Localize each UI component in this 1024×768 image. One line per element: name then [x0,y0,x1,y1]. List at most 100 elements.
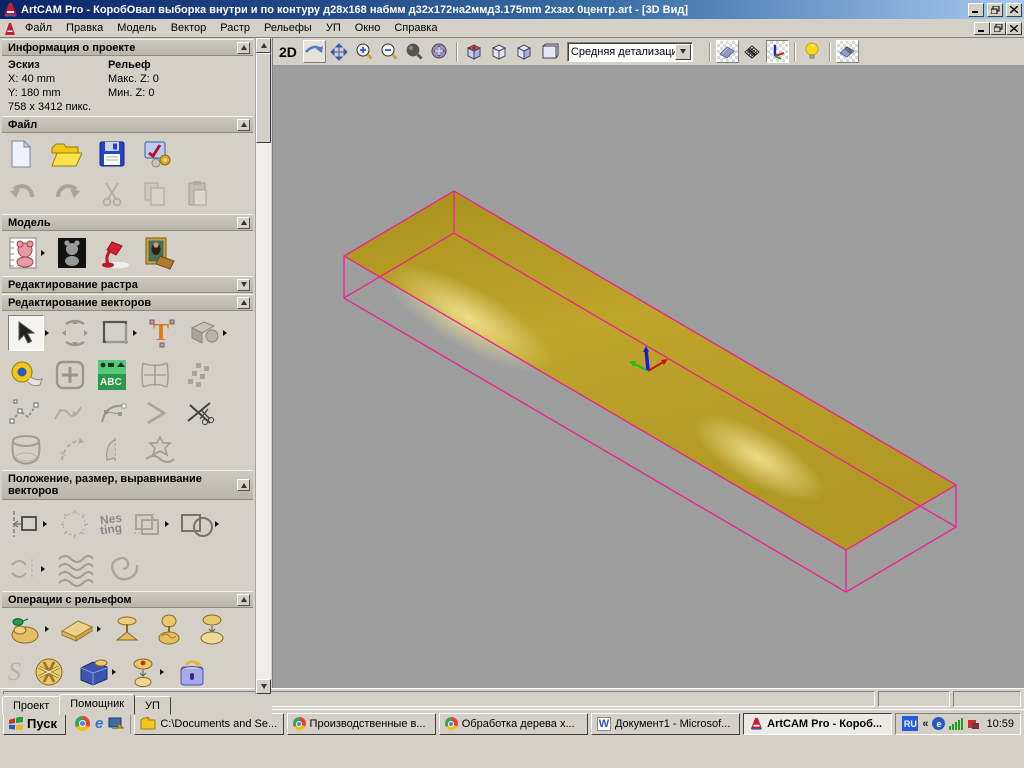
create-rectangle-tool[interactable] [100,318,132,348]
collapse-vector-edit-button[interactable] [237,297,250,309]
view-along-y-button[interactable] [513,40,536,63]
restore-button[interactable] [987,3,1003,17]
select-vectors-tool[interactable] [8,315,44,351]
block-copy-rotate-tool[interactable] [130,509,164,539]
child-close-button[interactable] [1006,22,1022,35]
3d-view-canvas[interactable] [273,66,1024,688]
relief-from-vectors-icon[interactable] [8,613,44,645]
copy-icon[interactable] [142,180,168,208]
collapse-position-button[interactable] [237,479,250,491]
tab-project[interactable]: Проект [2,696,60,715]
relief-weave-icon[interactable] [31,654,67,690]
create-text-tool[interactable]: T [146,316,180,350]
antivirus-tray-icon[interactable] [967,718,980,730]
msn-tray-icon[interactable]: e [932,717,945,730]
relief-from-vectors-flyout[interactable] [45,626,49,632]
isometric-view-button[interactable] [463,40,486,63]
invert-model-icon[interactable] [56,236,88,270]
set-model-size-icon[interactable] [8,236,40,270]
relief-copy-icon[interactable] [194,612,230,646]
snap-grid-tool[interactable] [54,359,86,391]
group-objects-tool[interactable] [182,359,214,391]
child-minimize-button[interactable] [974,22,990,35]
collapse-relief-ops-button[interactable] [237,594,250,606]
detail-level-select[interactable]: Средняя детализация [567,42,693,62]
show-desktop-icon[interactable] [108,717,124,730]
task-explorer[interactable]: C:\Documents and Se... [134,713,283,735]
texture-image-icon[interactable] [142,236,178,270]
task-chrome-2[interactable]: Обработка дерева х... [439,713,588,735]
menu-file[interactable]: Файл [18,20,59,36]
child-restore-button[interactable] [990,22,1006,35]
rotate-view-button[interactable] [303,40,326,63]
envelope-distort-tool[interactable] [138,359,172,391]
expand-raster-edit-button[interactable] [237,279,250,291]
menu-raster[interactable]: Растр [213,20,257,36]
relief-fountain-icon[interactable] [110,612,144,646]
chrome-quicklaunch-icon[interactable] [75,716,90,731]
menu-vector[interactable]: Вектор [164,20,214,36]
view-along-z-button[interactable] [538,40,561,63]
relief-paste-icon[interactable] [127,655,159,689]
menu-reliefs[interactable]: Рельефы [257,20,319,36]
relief-lock-icon[interactable] [175,655,209,689]
align-vectors-tool[interactable] [8,509,42,539]
panel-scroll-down-button[interactable] [256,679,271,694]
draw-material-plane-button[interactable] [716,40,739,63]
zoom-out-button[interactable] [378,40,401,63]
menu-edit[interactable]: Правка [59,20,110,36]
redo-icon[interactable] [54,183,82,205]
transform-vectors-tool[interactable] [58,316,92,350]
menu-toolpaths[interactable]: УП [319,20,348,36]
collapse-model-button[interactable] [237,217,250,229]
open-model-icon[interactable] [50,140,82,168]
smooth-polyline-tool[interactable] [52,399,84,427]
align-flyout[interactable] [43,521,47,527]
weld-vectors-tool[interactable] [178,509,214,539]
relief-block-flyout[interactable] [97,626,101,632]
vector-wave-distort-tool[interactable] [56,551,96,587]
options-icon[interactable] [142,140,172,168]
lighting-toggle-button[interactable] [801,40,824,63]
panel-scrollbar[interactable] [255,38,271,694]
paste-icon[interactable] [186,180,210,208]
start-button[interactable]: Пуск [3,713,66,735]
relief-dome-icon[interactable] [152,612,186,646]
sculpt-tool[interactable]: S [8,657,21,687]
menu-model[interactable]: Модель [110,20,163,36]
panel-scroll-thumb[interactable] [256,53,271,143]
create-polyline-tool[interactable] [8,399,40,427]
vector-texture-tool[interactable] [142,433,178,467]
detail-dropdown-arrow[interactable] [675,44,691,60]
language-indicator[interactable]: RU [902,716,918,731]
zoom-fit-button[interactable] [428,40,451,63]
task-word[interactable]: W Документ1 - Microsof... [591,713,740,735]
relief-load-flyout[interactable] [112,669,116,675]
mirror-vectors-tool[interactable] [8,555,40,583]
collapse-file-button[interactable] [237,119,250,131]
sweep-profile-tool[interactable] [56,434,88,466]
mirror-half-tool[interactable] [100,434,130,466]
save-model-icon[interactable] [98,140,126,168]
relief-paste-flyout[interactable] [160,669,164,675]
text-on-curve-tool[interactable] [56,506,92,542]
undo-icon[interactable] [8,183,36,205]
task-artcam[interactable]: ArtCAM Pro - Короб... [743,713,892,735]
relief-block-icon[interactable] [58,615,96,643]
shape-tool-flyout[interactable] [133,330,137,336]
cut-icon[interactable] [100,181,124,207]
menu-window[interactable]: Окно [348,20,388,36]
select-tool-flyout[interactable] [45,330,49,336]
collapse-project-info-button[interactable] [237,42,250,54]
panel-scroll-up-button[interactable] [256,38,271,53]
model-size-flyout[interactable] [41,250,45,256]
spiral-tool[interactable] [106,552,140,586]
pan-view-button[interactable] [328,40,351,63]
ie-quicklaunch-icon[interactable]: e [95,715,103,732]
vector-doctor-flyout[interactable] [223,330,227,336]
tray-expand-chevron[interactable]: « [922,718,928,730]
draw-material-checker-button[interactable] [741,40,764,63]
network-signal-icon[interactable] [949,718,963,730]
menu-help[interactable]: Справка [387,20,444,36]
tab-assistant[interactable]: Помощник [59,694,135,715]
